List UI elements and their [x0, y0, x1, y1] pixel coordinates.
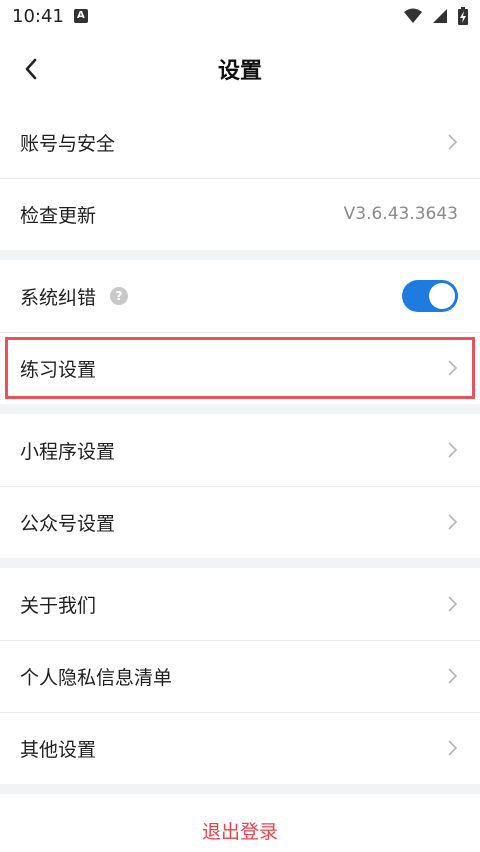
row-label: 公众号设置: [20, 512, 116, 535]
system-error-correction-row: 系统纠错 ?: [0, 260, 480, 332]
row-label: 系统纠错: [20, 286, 97, 309]
back-button[interactable]: [14, 52, 48, 86]
section-divider: [0, 558, 480, 568]
settings-group-practice: 系统纠错 ? 练习设置: [0, 260, 480, 404]
section-divider: [0, 404, 480, 414]
account-security-row[interactable]: 账号与安全: [0, 106, 480, 178]
row-label: 检查更新: [20, 204, 97, 227]
wifi-icon: [404, 8, 422, 23]
error-correction-toggle[interactable]: [402, 280, 458, 312]
status-time: 10:41: [12, 5, 64, 27]
chevron-right-icon: [448, 360, 458, 376]
row-label: 账号与安全: [20, 132, 116, 155]
chevron-right-icon: [448, 134, 458, 150]
about-us-row[interactable]: 关于我们: [0, 568, 480, 640]
logout-button[interactable]: 退出登录: [0, 794, 480, 852]
section-divider: [0, 784, 480, 794]
signal-icon: [433, 9, 447, 23]
row-label: 练习设置: [20, 358, 97, 381]
check-update-row[interactable]: 检查更新 V3.6.43.3643: [0, 178, 480, 250]
toggle-knob: [429, 283, 455, 309]
row-label: 小程序设置: [20, 440, 116, 463]
section-divider: [0, 250, 480, 260]
row-label: 个人隐私信息清单: [20, 666, 173, 689]
settings-group-account: 账号与安全 检查更新 V3.6.43.3643: [0, 106, 480, 250]
mini-program-settings-row[interactable]: 小程序设置: [0, 414, 480, 486]
privacy-info-list-row[interactable]: 个人隐私信息清单: [0, 640, 480, 712]
chevron-right-icon: [448, 596, 458, 612]
notification-a-icon: A: [73, 9, 88, 23]
official-account-settings-row[interactable]: 公众号设置: [0, 486, 480, 558]
chevron-right-icon: [448, 442, 458, 458]
settings-group-platforms: 小程序设置 公众号设置: [0, 414, 480, 558]
chevron-right-icon: [448, 668, 458, 684]
row-label: 其他设置: [20, 738, 97, 761]
page-title: 设置: [217, 59, 262, 84]
battery-charging-icon: [458, 7, 468, 25]
navigation-bar: 设置: [0, 32, 480, 106]
settings-group-about: 关于我们 个人隐私信息清单 其他设置: [0, 568, 480, 784]
other-settings-row[interactable]: 其他设置: [0, 712, 480, 784]
version-text: V3.6.43.3643: [343, 204, 458, 224]
practice-settings-row[interactable]: 练习设置: [0, 332, 480, 404]
logout-label: 退出登录: [201, 820, 278, 843]
chevron-left-icon: [25, 58, 37, 80]
help-icon[interactable]: ?: [110, 287, 129, 305]
chevron-right-icon: [448, 740, 458, 756]
chevron-right-icon: [448, 514, 458, 530]
row-label: 关于我们: [20, 594, 97, 617]
status-bar: 10:41 A: [0, 0, 480, 32]
